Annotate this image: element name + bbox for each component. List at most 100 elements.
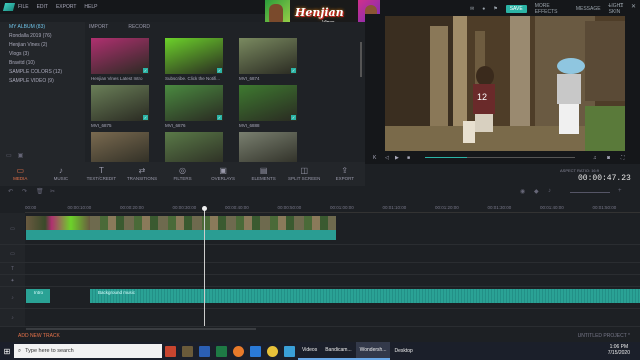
media-thumbnail[interactable]: ✓	[91, 38, 149, 74]
track-icon[interactable]: ▭	[0, 245, 25, 262]
menu-help[interactable]: HELP	[84, 4, 97, 10]
desktop-toolbar[interactable]: Desktop	[390, 342, 416, 360]
tool-transitions[interactable]: ⇄ TRANSITIONS	[122, 162, 163, 186]
cart-icon[interactable]: ⚑	[493, 6, 497, 12]
word-icon[interactable]	[199, 345, 210, 357]
album-item[interactable]: SAMPLE COLORS (12)	[0, 68, 85, 77]
import-dropdown[interactable]: IMPORT	[89, 24, 108, 30]
media-thumbnail[interactable]: ✓	[91, 85, 149, 121]
tool-overlays[interactable]: ▣ OVERLAYS	[203, 162, 244, 186]
tool-split-screen[interactable]: ◫ SPLIT SCREEN	[284, 162, 325, 186]
message-button[interactable]: MESSAGE	[576, 6, 601, 12]
step-back-icon[interactable]: ◁	[385, 155, 389, 161]
audio-clip[interactable]: Background music	[90, 289, 640, 303]
check-icon: ✓	[143, 68, 148, 73]
audio-clip[interactable]: Intro	[26, 289, 50, 303]
album-item[interactable]: Henjian Vines (2)	[0, 41, 85, 50]
new-folder-icon[interactable]: ▭	[6, 152, 12, 159]
menu-file[interactable]: FILE	[18, 4, 29, 10]
video-track-icon[interactable]: ▭	[0, 213, 25, 244]
record-dropdown[interactable]: RECORD	[128, 24, 150, 30]
playhead[interactable]	[202, 206, 207, 326]
zoom-in-icon[interactable]: +	[618, 188, 622, 194]
account-icon[interactable]: ●	[482, 6, 485, 12]
tool-icon: ▣	[219, 166, 227, 175]
music-track-icon[interactable]: ♪	[0, 309, 25, 326]
video-clip[interactable]	[26, 216, 90, 240]
mail-icon[interactable]	[284, 345, 295, 357]
tool-music[interactable]: ♪ MUSIC	[41, 162, 82, 186]
effect-track-icon[interactable]: ✦	[0, 275, 25, 286]
excel-icon[interactable]	[216, 345, 227, 357]
delete-icon[interactable]: 🗑	[36, 188, 44, 195]
album-item[interactable]: Rondalla 2019 (76)	[0, 32, 85, 41]
prev-frame-icon[interactable]: K	[373, 155, 376, 161]
add-new-track-button[interactable]: ADD NEW TRACK	[18, 333, 60, 339]
play-icon[interactable]: ▶	[395, 155, 399, 161]
menu-export[interactable]: EXPORT	[56, 4, 76, 10]
preview-progress-bar[interactable]	[425, 157, 575, 158]
tool-elements[interactable]: ▤ ELEMENTS	[243, 162, 284, 186]
close-icon[interactable]: ✕	[631, 3, 636, 10]
album-item[interactable]: SAMPLE VIDEO (9)	[0, 77, 85, 86]
video-clip[interactable]	[90, 216, 336, 240]
media-thumbnail[interactable]: ✓	[239, 38, 297, 74]
task-videos[interactable]: Videos	[298, 342, 322, 360]
volume-icon[interactable]: ♫	[593, 155, 597, 161]
redo-icon[interactable]: ↷	[22, 188, 27, 195]
audio-track-2: ♪	[0, 309, 640, 327]
taskbar-search-input[interactable]: ⌕ Type here to search	[14, 344, 162, 358]
tool-text-credit[interactable]: T TEXT/CREDIT	[81, 162, 122, 186]
menu-edit[interactable]: EDIT	[37, 4, 48, 10]
album-item[interactable]: Vlogs (3)	[0, 50, 85, 59]
task-wondershare[interactable]: Wondersh...	[355, 342, 391, 360]
zoom-slider[interactable]	[570, 192, 610, 193]
powerpoint-icon[interactable]	[165, 345, 176, 357]
cut-icon[interactable]: ✂	[50, 188, 55, 195]
voiceover-icon[interactable]: ♪	[548, 188, 551, 194]
tool-media[interactable]: ▭ MEDIA	[0, 162, 41, 186]
system-clock[interactable]: 1:06 PM 7/15/2020	[608, 344, 630, 356]
tool-label: MUSIC	[53, 176, 69, 181]
task-bandicam[interactable]: Bandicam...	[321, 342, 356, 360]
fullscreen-icon[interactable]: ⛶	[621, 155, 625, 161]
check-icon: ✓	[143, 115, 148, 120]
ruler-tick-label: 00:01:00:00	[330, 205, 354, 210]
search-placeholder: Type here to search	[25, 348, 74, 354]
undo-icon[interactable]: ↶	[8, 188, 13, 195]
save-button[interactable]: SAVE	[505, 5, 527, 13]
album-item[interactable]: Bravitd (10)	[0, 59, 85, 68]
stop-icon[interactable]: ■	[407, 155, 410, 161]
media-thumbnail[interactable]: ✓	[165, 38, 223, 74]
timeline-ruler[interactable]: 00:00 00:00:10:00 00:00:20:00 00:00:30:00 00…	[25, 203, 640, 213]
text-track-icon[interactable]: T	[0, 263, 25, 274]
media-thumbnail[interactable]: ✓	[239, 85, 297, 121]
minimize-icon[interactable]: –	[608, 3, 611, 10]
music-track-icon[interactable]: ♪	[0, 287, 25, 308]
windows-taskbar: ⊞ ⌕ Type here to search Videos Bandicam.…	[0, 342, 640, 360]
tool-export[interactable]: ⇪ EXPORT	[325, 162, 366, 186]
tool-filters[interactable]: ◎ FILTERS	[162, 162, 203, 186]
chrome-icon[interactable]	[267, 345, 278, 357]
envelope-icon[interactable]: ✉	[470, 6, 474, 12]
snapshot-icon[interactable]: ◙	[607, 155, 610, 161]
maximize-icon[interactable]: □	[619, 3, 623, 10]
render-icon[interactable]: ◉	[520, 188, 525, 195]
start-icon[interactable]: ⊞	[0, 342, 14, 360]
clock-date: 7/15/2020	[607, 350, 630, 356]
firefox-icon[interactable]	[233, 345, 244, 357]
album-header[interactable]: MY ALBUM (83)	[0, 22, 85, 32]
media-scrollbar[interactable]	[360, 42, 362, 77]
marker-icon[interactable]: ◆	[534, 188, 539, 195]
ruler-tick-label: 00:01:10:00	[382, 205, 407, 210]
tool-label: EXPORT	[335, 176, 354, 181]
project-name: UNTITLED PROJECT *	[577, 333, 630, 339]
file-explorer-icon[interactable]	[182, 345, 193, 357]
folder-icon[interactable]: ▣	[18, 152, 24, 159]
timeline-scrollbar[interactable]	[26, 328, 256, 330]
ruler-tick-label: 00:00:30:00	[172, 205, 197, 210]
media-thumbnail[interactable]: ✓	[165, 85, 223, 121]
edge-icon[interactable]	[250, 345, 261, 357]
tool-icon: ⇪	[341, 166, 349, 175]
category-toolbar: ▭ MEDIA ♪ MUSIC T TEXT/CREDIT ⇄ TRANSITIONS ◎ FIL…	[0, 162, 365, 186]
